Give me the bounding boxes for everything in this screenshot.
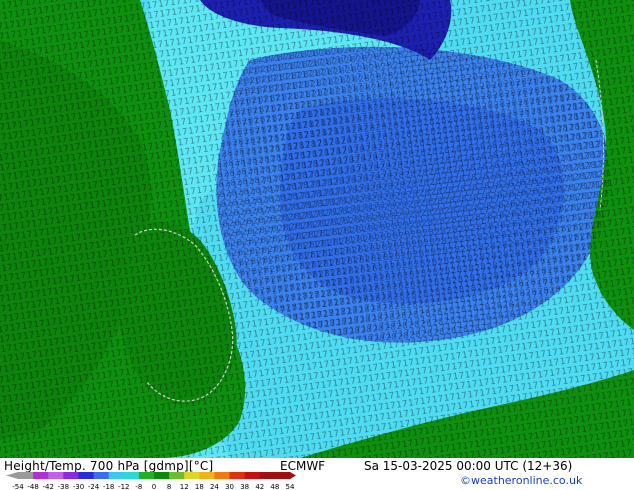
scale-label: -48 (27, 483, 38, 490)
scale-swatch (93, 472, 110, 479)
scale-label: -18 (103, 483, 114, 490)
scale-swatch (78, 472, 95, 479)
scale-label: -12 (118, 483, 129, 490)
scale-swatch (169, 472, 185, 479)
map-panel: 1 7 2 8 (0, 0, 634, 458)
scale-label: -30 (73, 483, 84, 490)
scale-label: 30 (225, 483, 234, 490)
valid-time: Sa 15-03-2025 00:00 UTC (12+36) (364, 459, 573, 473)
scale-swatch (229, 472, 246, 479)
scale-label: 8 (167, 483, 171, 490)
temperature-field: 1 7 2 8 (0, 0, 634, 458)
scale-swatch (199, 472, 215, 479)
scale-label: 54 (286, 483, 295, 490)
credit-link[interactable]: ©weatheronline.co.uk (460, 474, 582, 487)
scale-label: 38 (240, 483, 249, 490)
scale-label: 18 (195, 483, 204, 490)
scale-label: -54 (12, 483, 24, 490)
scale-swatch (274, 472, 291, 479)
color-scale: -54 -48 -42 -38 -30 -24 -18 -12 -8 0 8 12 18 24 30 38 42… (6, 472, 296, 490)
scale-label: -38 (58, 483, 69, 490)
scale-swatch (63, 472, 79, 479)
scale-swatch (259, 472, 276, 479)
scale-label: 0 (152, 483, 156, 490)
scale-swatch (108, 472, 125, 479)
scale-arrow-right (290, 472, 296, 479)
scale-swatch (184, 472, 200, 479)
scale-arrow-left (6, 472, 18, 479)
scale-label: 42 (255, 483, 264, 490)
map-title: Height/Temp. 700 hPa [gdmp][°C] (4, 459, 214, 473)
map-footer: Height/Temp. 700 hPa [gdmp][°C] ECMWF Sa… (0, 458, 634, 490)
scale-label: -42 (43, 483, 54, 490)
scale-label: -24 (88, 483, 100, 490)
scale-swatch (123, 472, 140, 479)
scale-swatch (244, 472, 261, 479)
scale-swatch (138, 472, 155, 479)
scale-swatch (154, 472, 170, 479)
scale-swatch (33, 472, 49, 479)
scale-label: 24 (210, 483, 219, 490)
scale-swatch (48, 472, 64, 479)
scale-label: 12 (180, 483, 189, 490)
scale-label: -8 (135, 483, 142, 490)
model-name: ECMWF (280, 459, 326, 473)
scale-swatch (214, 472, 231, 479)
scale-label: 48 (270, 483, 279, 490)
scale-swatch (18, 472, 34, 479)
